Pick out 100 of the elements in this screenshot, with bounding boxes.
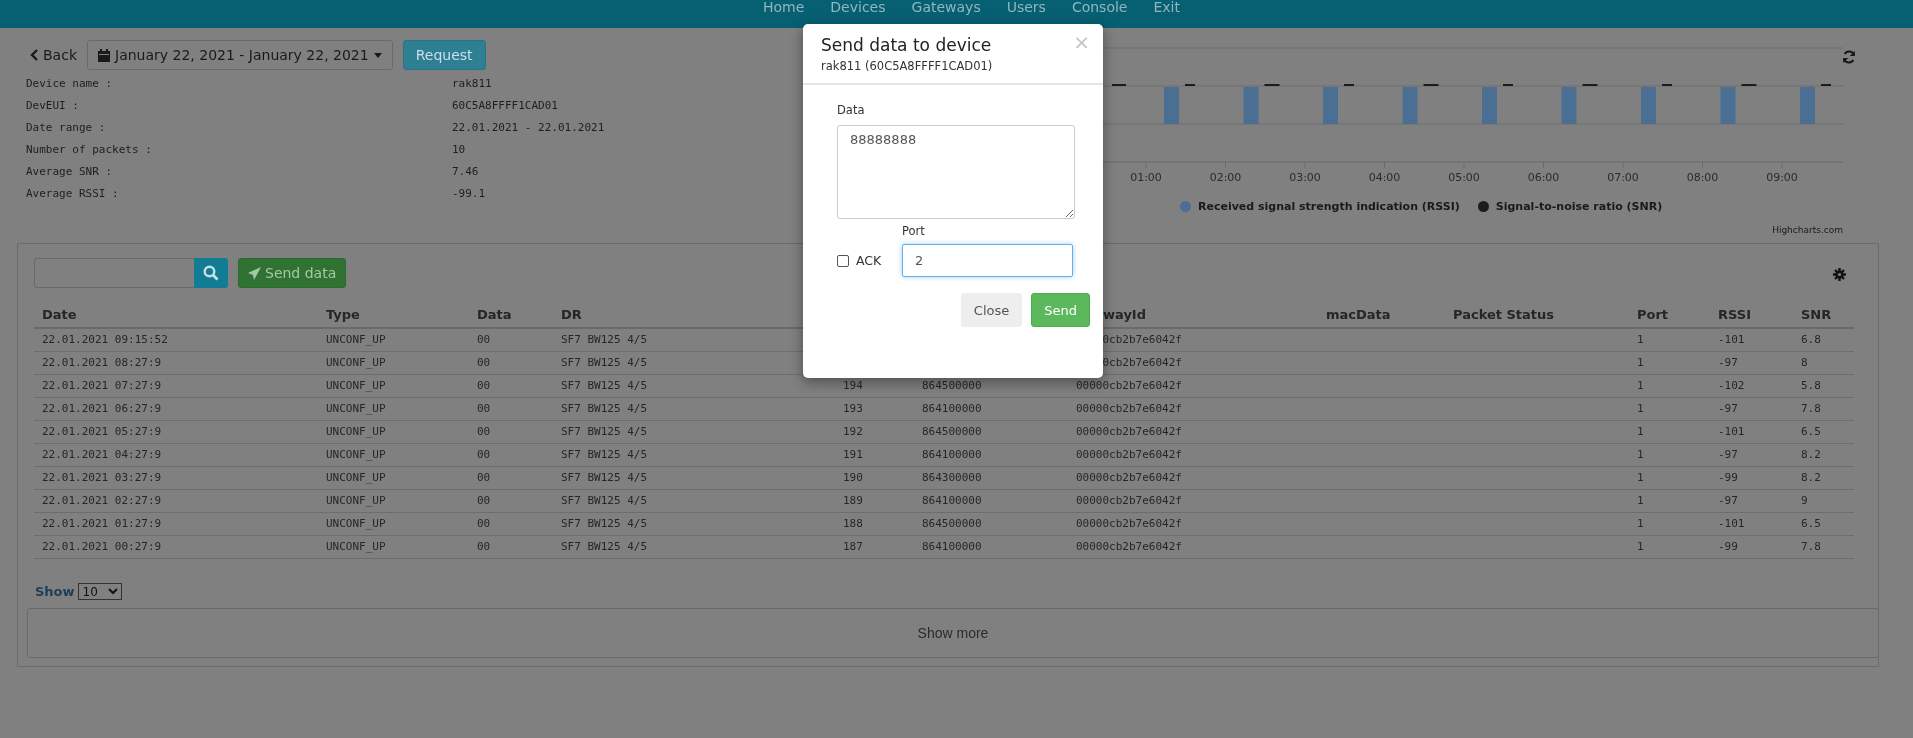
column-header: macData xyxy=(1326,307,1391,322)
chart-credit-link[interactable]: Highcharts.com xyxy=(1772,225,1843,235)
info-value: rak811 xyxy=(452,76,493,92)
table-cell: 7.8 xyxy=(1801,402,1821,415)
table-cell: 1 xyxy=(1637,402,1644,415)
table-cell: 22.01.2021 03:27:9 xyxy=(42,471,162,484)
table-cell: SF7 BW125 4/5 xyxy=(561,356,648,369)
refresh-icon[interactable] xyxy=(1842,50,1856,64)
column-header: Date xyxy=(42,307,77,322)
close-button[interactable]: Close xyxy=(960,293,1023,327)
info-label: Average SNR : xyxy=(26,164,114,180)
rssi-bar xyxy=(1243,87,1259,124)
table-cell: 6.8 xyxy=(1801,333,1821,346)
table-cell: SF7 BW125 4/5 xyxy=(561,333,648,346)
table-cell: 22.01.2021 06:27:9 xyxy=(42,402,162,415)
column-header: Data xyxy=(477,307,512,322)
nav-link[interactable]: Users xyxy=(993,0,1059,16)
table-cell: 00 xyxy=(477,494,491,507)
send-button[interactable]: Send xyxy=(1031,293,1090,327)
table-cell-text: 0cb2b7e6042f xyxy=(1101,355,1182,371)
legend-label[interactable]: Received signal strength indication (RSSI) xyxy=(1198,200,1460,213)
page-size-select[interactable]: 10 xyxy=(77,583,122,600)
snr-marker xyxy=(1344,84,1354,86)
axis-label: 08:00 xyxy=(1686,171,1719,184)
table-cell: 22.01.2021 02:27:9 xyxy=(42,494,162,507)
rssi-bar xyxy=(1323,87,1338,124)
modal-title: Send data to device xyxy=(821,35,992,55)
show-more-button[interactable]: Show more xyxy=(27,608,1879,658)
table-cell: SF7 BW125 4/5 xyxy=(561,517,648,530)
axis-label: 09:00 xyxy=(1766,171,1798,184)
table-cell: -97 xyxy=(1718,448,1738,461)
table-cell: -101 xyxy=(1718,425,1745,438)
nav-link[interactable]: Exit xyxy=(1140,0,1193,16)
nav-link[interactable]: Devices xyxy=(817,0,899,16)
table-cell: -102 xyxy=(1718,379,1745,392)
axis-label: 07:00 xyxy=(1607,171,1639,184)
axis-label: 01:00 xyxy=(1130,171,1162,184)
data-textarea[interactable]: 88888888 xyxy=(837,125,1075,219)
table-cell: UNCONF_UP xyxy=(326,471,386,484)
table-cell: 22.01.2021 01:27:9 xyxy=(42,517,162,530)
back-button[interactable]: Back xyxy=(30,40,77,70)
column-header: Port xyxy=(1637,307,1669,322)
settings-icon[interactable] xyxy=(1833,268,1846,281)
table-cell: 1 xyxy=(1637,448,1644,461)
send-data-button[interactable]: Send data xyxy=(238,258,347,288)
table-cell: 187 xyxy=(843,540,863,553)
table-cell-text: 00000cb2b7e6042f xyxy=(1076,378,1182,394)
table-cell: 1 xyxy=(1637,425,1644,438)
field-label: Port xyxy=(902,224,926,238)
table-cell-text: 00000cb2b7e6042f xyxy=(1076,493,1182,509)
search-button[interactable] xyxy=(194,258,228,288)
table-cell: 00 xyxy=(477,517,491,530)
legend-label[interactable]: Signal-to-noise ratio (SNR) xyxy=(1495,200,1663,213)
table-cell: 1 xyxy=(1637,379,1644,392)
table-cell: SF7 BW125 4/5 xyxy=(561,402,648,415)
rssi-bar xyxy=(1561,87,1577,124)
column-header: DR xyxy=(561,307,582,322)
axis-label: 04:00 xyxy=(1368,171,1401,184)
table-cell: 189 xyxy=(843,494,863,507)
date-range-picker[interactable]: January 22, 2021 - January 22, 2021 xyxy=(87,40,393,70)
table-cell: 00 xyxy=(477,448,491,461)
table-cell: 5.8 xyxy=(1801,379,1821,392)
search-field[interactable] xyxy=(34,258,194,288)
table-cell: UNCONF_UP xyxy=(326,425,386,438)
nav-link[interactable]: Home xyxy=(750,0,818,16)
table-cell: 1 xyxy=(1637,333,1644,346)
table-cell: 864300000 xyxy=(922,471,982,484)
table-cell: UNCONF_UP xyxy=(326,379,386,392)
table-cell: UNCONF_UP xyxy=(326,494,386,507)
table-cell: -97 xyxy=(1718,402,1738,415)
column-header: SNR xyxy=(1801,307,1832,322)
port-input[interactable]: 2 xyxy=(902,244,1073,277)
info-value: 60C5A8FFFF1CAD01 xyxy=(452,98,559,114)
table-cell: 188 xyxy=(843,517,863,530)
table-cell: 00 xyxy=(477,333,491,346)
table-cell: -101 xyxy=(1718,517,1745,530)
axis-label: 05:00 xyxy=(1448,171,1480,184)
table-cell: 864100000 xyxy=(922,540,982,553)
table-cell: 192 xyxy=(843,425,863,438)
snr-marker xyxy=(1821,84,1831,86)
nav-link[interactable]: Gateways xyxy=(898,0,994,16)
search-icon xyxy=(203,265,219,281)
request-button[interactable]: Request xyxy=(402,40,486,70)
table-cell-text: 00000cb2b7e6042f xyxy=(1076,424,1182,440)
ack-checkbox[interactable] xyxy=(837,254,849,267)
table-cell: 00 xyxy=(477,379,491,392)
rssi-bar xyxy=(1482,87,1497,124)
table-cell: 1 xyxy=(1637,471,1644,484)
snr-marker xyxy=(1264,84,1280,86)
axis-label: 03:00 xyxy=(1289,171,1321,184)
table-cell: 22.01.2021 04:27:9 xyxy=(42,448,162,461)
table-cell: 194 xyxy=(843,379,863,392)
snr-marker xyxy=(1185,84,1195,86)
info-label: Average RSSI : xyxy=(26,186,120,202)
info-value: 22.01.2021 - 22.01.2021 xyxy=(452,120,606,136)
table-cell: SF7 BW125 4/5 xyxy=(561,471,648,484)
table-cell: 8 xyxy=(1801,356,1808,369)
nav-link[interactable]: Console xyxy=(1058,0,1141,16)
table-cell: SF7 BW125 4/5 xyxy=(561,379,648,392)
table-cell: SF7 BW125 4/5 xyxy=(561,425,648,438)
